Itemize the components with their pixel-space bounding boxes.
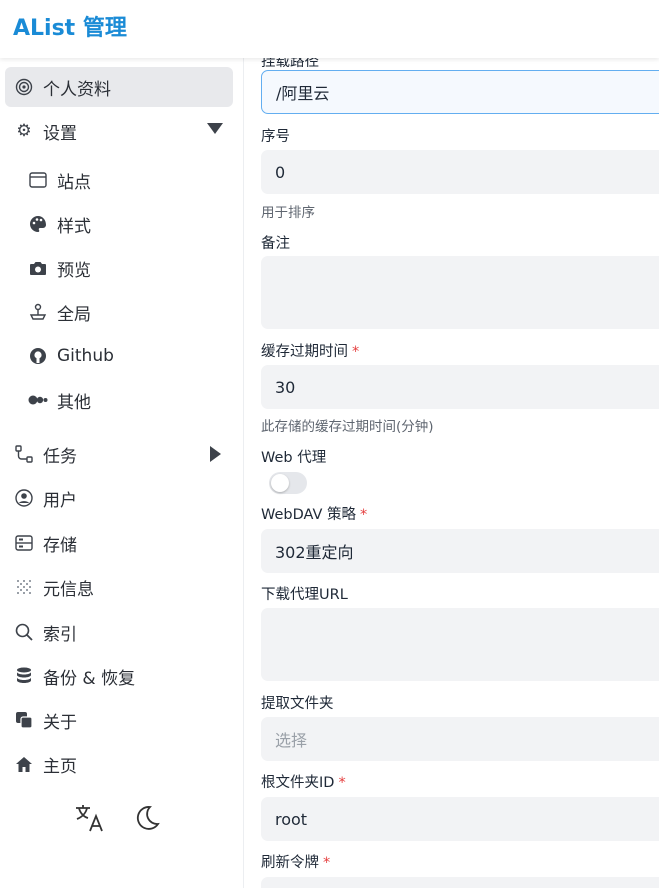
required-mark: * [360, 507, 368, 523]
sidebar-item-style[interactable]: 样式 [5, 204, 233, 244]
app-header: AList 管理 [0, 0, 659, 58]
sidebar-item-metadata[interactable]: 元信息 [5, 567, 233, 607]
sidebar-item-label: 任务 [43, 446, 77, 467]
sidebar-item-index[interactable]: 索引 [5, 612, 233, 652]
app-title: AList 管理 [13, 16, 127, 41]
sidebar-item-label: 预览 [57, 260, 91, 281]
sidebar-item-label: 关于 [43, 712, 77, 733]
download-proxy-url-label: 下载代理URL [261, 587, 348, 603]
extract-folder-label: 提取文件夹 [261, 696, 334, 712]
remark-textarea[interactable] [261, 256, 659, 329]
joystick-icon [27, 301, 49, 323]
web-proxy-label: Web 代理 [261, 450, 327, 466]
sidebar-item-label: 主页 [43, 756, 77, 777]
sidebar-item-label: 备份 & 恢复 [43, 668, 136, 689]
palette-icon [27, 213, 49, 235]
window-icon [27, 169, 49, 191]
sidebar-item-profile[interactable]: 个人资料 [5, 67, 233, 107]
refresh-token-input[interactable] [261, 877, 659, 888]
toggle-knob [271, 474, 289, 492]
home-icon [13, 753, 35, 775]
grid-icon [13, 576, 35, 598]
sidebar-item-label: 存储 [43, 535, 77, 556]
mount-path-input[interactable]: /阿里云 [261, 70, 659, 114]
sidebar: 个人资料 ⚙ 设置 站点 样式 预览 全局 Github 其他 任务 用户 存储… [0, 58, 244, 888]
web-proxy-toggle[interactable] [269, 472, 307, 494]
root-folder-id-label: 根文件夹ID * [261, 775, 346, 791]
sidebar-item-users[interactable]: 用户 [5, 478, 233, 518]
cache-expiration-help-text: 此存储的缓存过期时间(分钟) [261, 419, 434, 435]
webdav-policy-label: WebDAV 策略 * [261, 507, 368, 523]
sidebar-item-tasks[interactable]: 任务 [5, 434, 233, 474]
dots-icon [27, 389, 49, 411]
required-mark: * [352, 344, 360, 360]
sidebar-item-label: 设置 [43, 123, 77, 144]
github-icon [27, 345, 49, 367]
sidebar-item-label: 个人资料 [43, 79, 111, 100]
chevron-down-icon [207, 123, 223, 134]
user-circle-icon [13, 487, 35, 509]
sidebar-footer [72, 800, 164, 836]
sidebar-item-label: 全局 [57, 304, 91, 325]
storage-edit-form: 挂载路径 /阿里云 序号 0 用于排序 备注 缓存过期时间 * 30 此存储的缓存… [244, 58, 659, 888]
extract-folder-select[interactable]: 选择 [261, 717, 659, 761]
gear-icon: ⚙ [16, 121, 32, 141]
sidebar-item-home[interactable]: 主页 [5, 744, 233, 784]
download-proxy-url-textarea[interactable] [261, 608, 659, 681]
required-mark: * [338, 775, 346, 791]
sidebar-item-settings[interactable]: ⚙ 设置 [5, 111, 233, 151]
sidebar-item-storage[interactable]: 存储 [5, 523, 233, 563]
fingerprint-icon [13, 76, 35, 98]
sidebar-item-label: 站点 [57, 172, 91, 193]
sidebar-item-label: 用户 [43, 490, 77, 511]
stack-icon [13, 665, 35, 687]
order-input[interactable]: 0 [261, 150, 659, 194]
order-label: 序号 [261, 129, 290, 145]
copy-icon [13, 709, 35, 731]
refresh-token-label: 刷新令牌 * [261, 855, 331, 871]
sidebar-item-label: 元信息 [43, 579, 94, 600]
camera-icon [27, 257, 49, 279]
sidebar-item-label: 其他 [57, 392, 91, 413]
sidebar-item-backup[interactable]: 备份 & 恢复 [5, 656, 233, 696]
translate-icon[interactable] [72, 800, 108, 836]
search-icon [13, 621, 35, 643]
cache-expiration-label: 缓存过期时间 * [261, 344, 360, 360]
root-folder-id-input[interactable]: root [261, 797, 659, 841]
sidebar-item-preview[interactable]: 预览 [5, 248, 233, 288]
database-icon [13, 532, 35, 554]
chevron-right-icon [210, 446, 221, 462]
sidebar-item-label: 样式 [57, 216, 91, 237]
webdav-policy-select[interactable]: 302重定向 [261, 529, 659, 573]
required-mark: * [323, 855, 331, 871]
sidebar-item-global[interactable]: 全局 [5, 292, 233, 332]
remark-label: 备注 [261, 236, 290, 252]
sidebar-item-site[interactable]: 站点 [5, 160, 233, 200]
cache-expiration-input[interactable]: 30 [261, 365, 659, 409]
sidebar-item-label: 索引 [43, 624, 77, 645]
sidebar-item-label: Github [57, 346, 114, 366]
workflow-icon [13, 443, 35, 465]
sidebar-item-other[interactable]: 其他 [5, 380, 233, 420]
sidebar-item-about[interactable]: 关于 [5, 700, 233, 740]
order-help-text: 用于排序 [261, 205, 315, 221]
moon-icon[interactable] [128, 800, 164, 836]
sidebar-item-github[interactable]: Github [5, 336, 233, 376]
